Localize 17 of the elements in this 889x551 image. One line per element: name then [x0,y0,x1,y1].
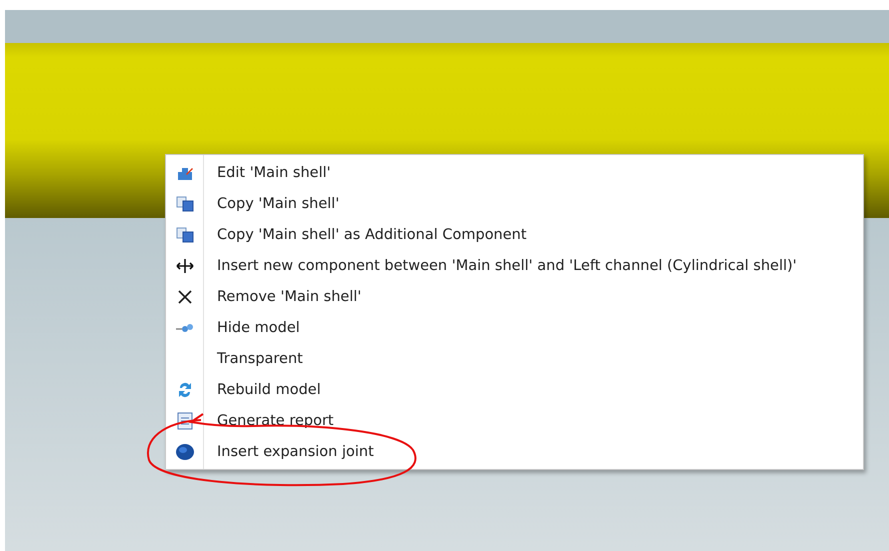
copy-icon [176,226,194,242]
refresh-icon [177,380,193,398]
menu-item[interactable]: Rebuild model [166,374,863,405]
split-arrows-icon [176,258,194,274]
menu-item[interactable]: Remove 'Main shell' [166,281,863,312]
menu-item[interactable]: Hide model [166,312,863,343]
copy-icon [176,196,194,212]
menu-item[interactable]: Copy 'Main shell' as Additional Component [166,219,863,250]
menu-item[interactable]: Copy 'Main shell' [166,188,863,219]
close-icon [177,288,193,304]
menu-item[interactable]: Edit 'Main shell' [166,157,863,188]
menu-item[interactable]: Transparent [166,343,863,374]
menu-item[interactable]: Insert expansion joint [166,436,863,467]
menu-item[interactable]: Generate report [166,405,863,436]
link-icon [175,322,195,334]
sphere-icon [175,442,195,460]
menu-item[interactable]: Insert new component between 'Main shell' and 'Left channel (Cylindrical shell)' [166,250,863,281]
